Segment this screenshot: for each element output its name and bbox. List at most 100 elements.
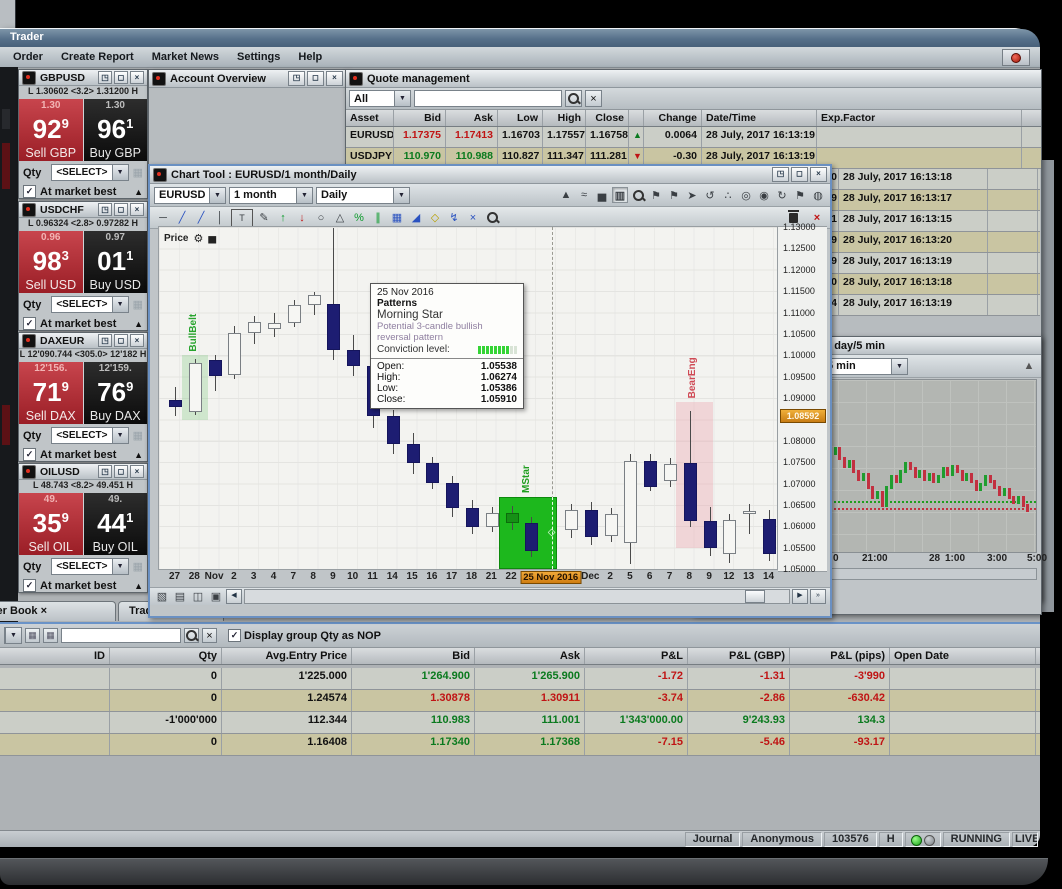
order-row[interactable]: 01'225.0001'264.9001'265.900-1.72-1.31-3… bbox=[0, 668, 1040, 690]
alert-add-icon[interactable]: ⚑ bbox=[648, 187, 664, 203]
orders-col-p-l-pips-[interactable]: P&L (pips) bbox=[790, 648, 890, 664]
grid-tool-icon[interactable]: ▦ bbox=[389, 210, 405, 226]
orders-search-input[interactable] bbox=[61, 628, 181, 643]
orders-col-qty[interactable]: Qty bbox=[110, 648, 222, 664]
tab-order-book[interactable]: Order Book × bbox=[0, 601, 116, 621]
layout-icon[interactable]: ▧ bbox=[154, 589, 170, 605]
quote-row[interactable]: 1928 July, 2017 16:13:20 bbox=[822, 232, 1040, 253]
orders-search-button[interactable] bbox=[184, 628, 199, 643]
quote-row[interactable]: 9428 July, 2017 16:13:19 bbox=[822, 295, 1040, 316]
quote-col-high[interactable]: High bbox=[543, 110, 586, 126]
order-row[interactable]: 01.164081.173401.17368-7.15-5.46-93.17 bbox=[0, 734, 1040, 756]
orders-col-id[interactable]: ID bbox=[0, 648, 110, 664]
market-best-checkbox[interactable]: ✓ bbox=[23, 579, 36, 592]
market-best-checkbox[interactable]: ✓ bbox=[23, 448, 36, 461]
window-maximize-button[interactable]: ◻ bbox=[114, 71, 128, 84]
quote-col-date-time[interactable]: Date/Time bbox=[702, 110, 817, 126]
quote-col-exp-factor[interactable]: Exp.Factor bbox=[817, 110, 1022, 126]
sell-button[interactable]: 0.96983Sell USD bbox=[19, 231, 83, 293]
quote-col-close[interactable]: Close bbox=[586, 110, 629, 126]
window-float-button[interactable]: ◳ bbox=[772, 167, 789, 182]
quote-row[interactable]: 2028 July, 2017 16:13:18 bbox=[822, 274, 1040, 295]
scroll-right-button[interactable]: ▶ bbox=[792, 589, 808, 604]
buy-button[interactable]: 49.441Buy OIL bbox=[84, 493, 148, 555]
quote-row[interactable]: EURUSD1.173751.174131.167031.175571.1675… bbox=[346, 127, 1041, 148]
world-icon[interactable]: ◍ bbox=[810, 187, 826, 203]
vline-tool-icon[interactable]: │ bbox=[212, 210, 228, 226]
target-icon[interactable]: ◎ bbox=[738, 187, 754, 203]
copy-icon[interactable]: ◫ bbox=[190, 589, 206, 605]
sell-button[interactable]: 12'156.719Sell DAX bbox=[19, 362, 83, 424]
chart2-interval-dropdown[interactable]: 5 min▼ bbox=[822, 358, 908, 375]
text-tool-icon[interactable]: T bbox=[231, 209, 253, 227]
quote-col-dir[interactable] bbox=[629, 110, 644, 126]
flag-tool-icon[interactable]: ◇ bbox=[427, 210, 443, 226]
window-float-button[interactable]: ◳ bbox=[288, 71, 305, 86]
qty-dropdown[interactable]: <SELECT>▼ bbox=[51, 296, 128, 313]
grid-icon[interactable]: ▦ bbox=[133, 560, 143, 573]
grid-icon[interactable]: ▦ bbox=[133, 298, 143, 311]
chart-interval-dropdown[interactable]: Daily▼ bbox=[316, 187, 410, 204]
quote-col-change[interactable]: Change bbox=[644, 110, 702, 126]
orders-col-p-l[interactable]: P&L bbox=[585, 648, 688, 664]
quote-row[interactable]: 0928 July, 2017 16:13:19 bbox=[822, 253, 1040, 274]
window-close-button[interactable]: × bbox=[326, 71, 343, 86]
quote-col-bid[interactable]: Bid bbox=[394, 110, 446, 126]
target-active-icon[interactable]: ◉ bbox=[756, 187, 772, 203]
window-float-button[interactable]: ◳ bbox=[98, 71, 112, 84]
menu-item-settings[interactable]: Settings bbox=[228, 49, 289, 65]
quote-row[interactable]: 2928 July, 2017 16:13:17 bbox=[822, 190, 1040, 211]
market-best-checkbox[interactable]: ✓ bbox=[23, 185, 36, 198]
menu-item-help[interactable]: Help bbox=[289, 49, 331, 65]
ray-tool-icon[interactable]: ╱ bbox=[193, 210, 209, 226]
quote-row[interactable]: 5028 July, 2017 16:13:18 bbox=[822, 169, 1040, 190]
quote-col-low[interactable]: Low bbox=[498, 110, 543, 126]
trendline-tool-icon[interactable]: ╱ bbox=[174, 210, 190, 226]
hline-tool-icon[interactable]: ─ bbox=[155, 210, 171, 226]
window-close-button[interactable]: × bbox=[810, 167, 827, 182]
quote-row[interactable]: 2128 July, 2017 16:13:15 bbox=[822, 211, 1040, 232]
grid-icon[interactable]: ▦ bbox=[133, 166, 143, 179]
close-icon[interactable]: × bbox=[38, 605, 47, 617]
ungroup-button[interactable]: ▦ bbox=[43, 628, 58, 643]
window-maximize-button[interactable]: ◻ bbox=[114, 465, 128, 478]
scrollbar-thumb[interactable] bbox=[745, 590, 765, 603]
quote-col-asset[interactable]: Asset bbox=[346, 110, 394, 126]
cursor-icon[interactable]: ➤ bbox=[684, 187, 700, 203]
market-best-checkbox[interactable]: ✓ bbox=[23, 317, 36, 330]
save-icon[interactable]: ▤ bbox=[172, 589, 188, 605]
pencil-tool-icon[interactable]: ✎ bbox=[256, 210, 272, 226]
parallel-tool-icon[interactable]: ∥ bbox=[370, 210, 386, 226]
quote-search-button[interactable] bbox=[565, 90, 582, 107]
window-maximize-button[interactable]: ◻ bbox=[307, 71, 324, 86]
chart-h-scrollbar[interactable] bbox=[244, 589, 790, 604]
bar-chart-icon[interactable]: ▅ bbox=[594, 187, 610, 203]
menu-item-market-news[interactable]: Market News bbox=[143, 49, 228, 65]
window-maximize-button[interactable]: ◻ bbox=[791, 167, 808, 182]
zoom-small-icon[interactable] bbox=[484, 210, 500, 226]
order-row[interactable]: -1'000'000112.344110.983111.0011'343'000… bbox=[0, 712, 1040, 734]
area-chart-icon[interactable]: ▲ bbox=[558, 187, 574, 203]
group-button[interactable]: ▦ bbox=[25, 628, 40, 643]
buy-button[interactable]: 0.97011Buy USD bbox=[84, 231, 148, 293]
window-float-button[interactable]: ◳ bbox=[98, 203, 112, 216]
orders-col-ask[interactable]: Ask bbox=[475, 648, 585, 664]
quote-clear-button[interactable]: × bbox=[585, 90, 602, 107]
nop-checkbox[interactable]: ✓ bbox=[228, 629, 241, 642]
orders-col-avg-entry-price[interactable]: Avg.Entry Price bbox=[222, 648, 352, 664]
window-close-button[interactable]: × bbox=[130, 334, 144, 347]
orders-filter-dropdown[interactable]: ▼ bbox=[4, 627, 22, 644]
gear-icon[interactable]: ⚙ bbox=[193, 232, 203, 245]
collapse-icon[interactable]: ▲ bbox=[134, 319, 143, 329]
arrow-up-tool-icon[interactable]: ↑ bbox=[275, 210, 291, 226]
alert-menu-button[interactable] bbox=[1002, 49, 1030, 66]
collapse-icon[interactable]: ▲ bbox=[134, 187, 143, 197]
arrow-down-tool-icon[interactable]: ↓ bbox=[294, 210, 310, 226]
window-float-button[interactable]: ◳ bbox=[98, 465, 112, 478]
window-close-button[interactable]: × bbox=[130, 465, 144, 478]
area-chart-icon[interactable]: ▲ bbox=[1021, 358, 1037, 374]
menu-item-order[interactable]: Order bbox=[4, 49, 52, 65]
orders-col-p-l-gbp-[interactable]: P&L (GBP) bbox=[688, 648, 790, 664]
qty-dropdown[interactable]: <SELECT>▼ bbox=[51, 427, 128, 444]
quote-filter-dropdown[interactable]: All▼ bbox=[349, 90, 411, 107]
